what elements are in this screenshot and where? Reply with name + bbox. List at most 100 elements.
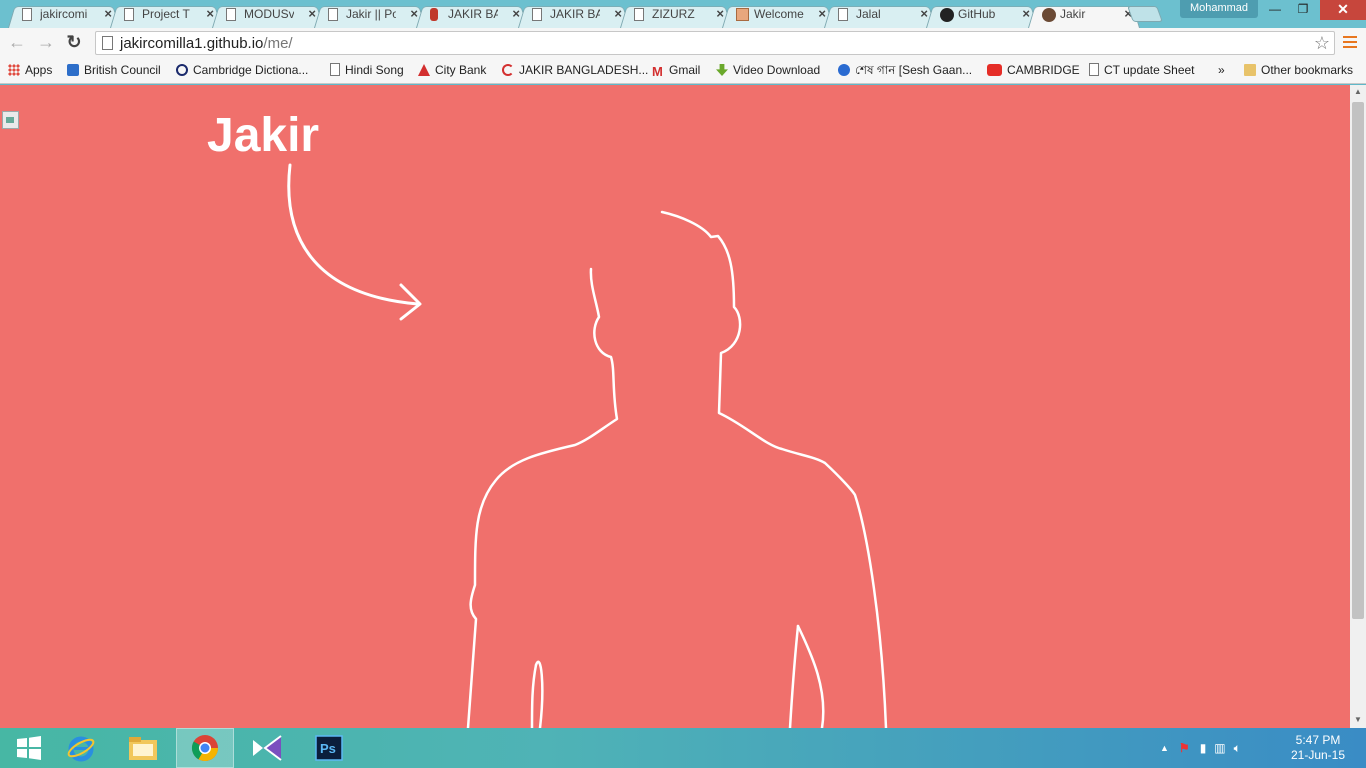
bookmark-item[interactable]: শেষ গান [Sesh Gaan... bbox=[838, 63, 972, 79]
curved-arrow-icon bbox=[287, 163, 422, 321]
windows-taskbar: Ps ▲ ⚑ ▮ ▥ 🔈︎ 5:47 PM 21-Jun-15 bbox=[0, 728, 1366, 768]
scrollbar-thumb[interactable] bbox=[1352, 102, 1364, 619]
vertical-scrollbar[interactable]: ▲ ▼ bbox=[1350, 85, 1366, 728]
reload-button[interactable]: ↻ bbox=[64, 33, 84, 53]
url-text[interactable]: jakircomilla1.github.io/me/ bbox=[120, 35, 293, 52]
address-bar[interactable]: jakircomilla1.github.io/me/ ☆ bbox=[95, 31, 1335, 55]
browser-tab[interactable]: JAKIR BA × bbox=[518, 2, 630, 28]
tab-title: GitHub bbox=[958, 7, 996, 21]
person-silhouette bbox=[466, 210, 888, 728]
bookmark-item[interactable]: M Gmail bbox=[652, 63, 700, 79]
close-window-button[interactable]: ✕ bbox=[1320, 0, 1366, 20]
browser-tab[interactable]: jakircomi × bbox=[8, 2, 120, 28]
page-icon bbox=[328, 8, 338, 21]
folder-icon bbox=[1244, 64, 1256, 76]
url-path: /me/ bbox=[263, 35, 293, 52]
bookmark-label: Gmail bbox=[669, 63, 701, 77]
browser-tab[interactable]: Jalal × bbox=[824, 2, 936, 28]
tab-title: Project T bbox=[142, 7, 190, 21]
internet-explorer-icon bbox=[67, 736, 95, 762]
profile-button[interactable]: Mohammad bbox=[1180, 0, 1258, 18]
show-hidden-icons-icon[interactable]: ▲ bbox=[1160, 743, 1169, 753]
bookmark-label: City Bank bbox=[435, 63, 487, 77]
tab-title: JAKIR BA bbox=[448, 7, 498, 21]
power-icon[interactable]: ▮ bbox=[1200, 741, 1207, 755]
tab-title: JAKIR BA bbox=[550, 7, 600, 21]
restore-button[interactable]: ❐ bbox=[1290, 2, 1316, 18]
music-icon bbox=[838, 64, 850, 76]
bookmark-item[interactable]: CAMBRIDGE bbox=[987, 63, 1080, 79]
svg-text:Ps: Ps bbox=[320, 741, 336, 756]
new-tab-button[interactable] bbox=[1127, 6, 1163, 22]
visual-studio-icon bbox=[253, 735, 282, 761]
tab-title: Welcome bbox=[754, 7, 804, 21]
bookmark-star-icon[interactable]: ☆ bbox=[1314, 33, 1330, 54]
back-button[interactable]: ← bbox=[7, 33, 27, 53]
page-icon bbox=[330, 63, 340, 76]
minimize-button[interactable]: — bbox=[1262, 2, 1288, 18]
browser-tab[interactable]: ZIZURZ × bbox=[620, 2, 732, 28]
british-council-icon bbox=[67, 64, 79, 76]
download-arrow-icon bbox=[716, 64, 728, 76]
apps-grid-icon bbox=[8, 64, 20, 76]
page-icon bbox=[22, 8, 32, 21]
scroll-up-icon[interactable]: ▲ bbox=[1350, 85, 1366, 99]
tab-title: Jakir || Po bbox=[346, 7, 396, 21]
browser-tab[interactable]: Project T × bbox=[110, 2, 222, 28]
browser-tab[interactable]: Welcome × bbox=[722, 2, 834, 28]
browser-tab-active[interactable]: Jakir × bbox=[1028, 2, 1140, 28]
bookmark-item[interactable]: CT update Sheet bbox=[1089, 63, 1195, 79]
bookmark-label: Other bookmarks bbox=[1261, 63, 1354, 77]
browser-tab[interactable]: Jakir || Po × bbox=[314, 2, 426, 28]
bookmark-item[interactable]: Cambridge Dictiona... bbox=[176, 63, 308, 79]
tab-title: MODUSv bbox=[244, 7, 294, 21]
scroll-down-icon[interactable]: ▼ bbox=[1350, 713, 1366, 727]
java-icon bbox=[430, 8, 438, 21]
page-viewport: Jakir bbox=[0, 85, 1350, 728]
network-icon[interactable]: ▥ bbox=[1214, 741, 1225, 755]
action-center-flag-icon[interactable]: ⚑ bbox=[1179, 741, 1190, 755]
page-icon bbox=[838, 8, 848, 21]
page-icon bbox=[102, 36, 113, 50]
bookmark-item[interactable]: Video Download bbox=[716, 63, 820, 79]
city-bank-icon bbox=[418, 64, 430, 76]
bookmark-item[interactable]: British Council bbox=[67, 63, 161, 79]
cambridge-icon bbox=[176, 64, 188, 76]
bookmark-label: CAMBRIDGE bbox=[1007, 63, 1080, 77]
bookmark-label: British Council bbox=[84, 63, 161, 77]
forward-button[interactable]: → bbox=[36, 33, 56, 53]
bookmark-label: Cambridge Dictiona... bbox=[193, 63, 309, 77]
bookmark-label: JAKIR BANGLADESH... bbox=[519, 63, 649, 77]
page-title: Jakir bbox=[207, 109, 320, 162]
other-bookmarks[interactable]: Other bookmarks bbox=[1244, 63, 1353, 79]
bookmark-label: Hindi Song bbox=[345, 63, 404, 77]
broken-image-icon bbox=[2, 111, 19, 129]
bookmark-item[interactable]: City Bank bbox=[418, 63, 486, 79]
browser-toolbar: ← → ↻ jakircomilla1.github.io/me/ ☆ bbox=[0, 28, 1366, 58]
bookmark-item[interactable]: JAKIR BANGLADESH... bbox=[502, 63, 648, 79]
bookmark-item[interactable]: Hindi Song bbox=[330, 63, 404, 79]
volume-icon[interactable]: 🔈︎ bbox=[1234, 741, 1241, 756]
chrome-menu-icon[interactable] bbox=[1343, 36, 1357, 50]
tab-title: ZIZURZ bbox=[652, 7, 695, 21]
browser-tab[interactable]: JAKIR BA × bbox=[416, 2, 528, 28]
tab-title: Jakir bbox=[1060, 7, 1086, 21]
youtube-icon bbox=[987, 64, 1002, 76]
page-icon bbox=[634, 8, 644, 21]
bookmark-apps[interactable]: Apps bbox=[8, 63, 52, 79]
taskbar-internet-explorer[interactable] bbox=[52, 728, 110, 768]
start-button[interactable] bbox=[0, 728, 58, 768]
tab-title: jakircomi bbox=[40, 7, 88, 21]
tab-strip: jakircomi × Project T × MODUSv × Jakir |… bbox=[0, 0, 1366, 28]
taskbar-file-explorer[interactable] bbox=[114, 728, 172, 768]
taskbar-clock[interactable]: 5:47 PM 21-Jun-15 bbox=[1286, 733, 1350, 763]
browser-tab[interactable]: GitHub × bbox=[926, 2, 1038, 28]
page-icon bbox=[226, 8, 236, 21]
browser-tab[interactable]: MODUSv × bbox=[212, 2, 324, 28]
taskbar-photoshop[interactable]: Ps bbox=[300, 728, 358, 768]
clock-date: 21-Jun-15 bbox=[1290, 748, 1346, 762]
taskbar-visual-studio[interactable] bbox=[238, 728, 296, 768]
page-illustration bbox=[287, 163, 888, 728]
taskbar-chrome[interactable] bbox=[176, 728, 234, 768]
bookmarks-overflow-button[interactable]: » bbox=[1218, 63, 1225, 79]
